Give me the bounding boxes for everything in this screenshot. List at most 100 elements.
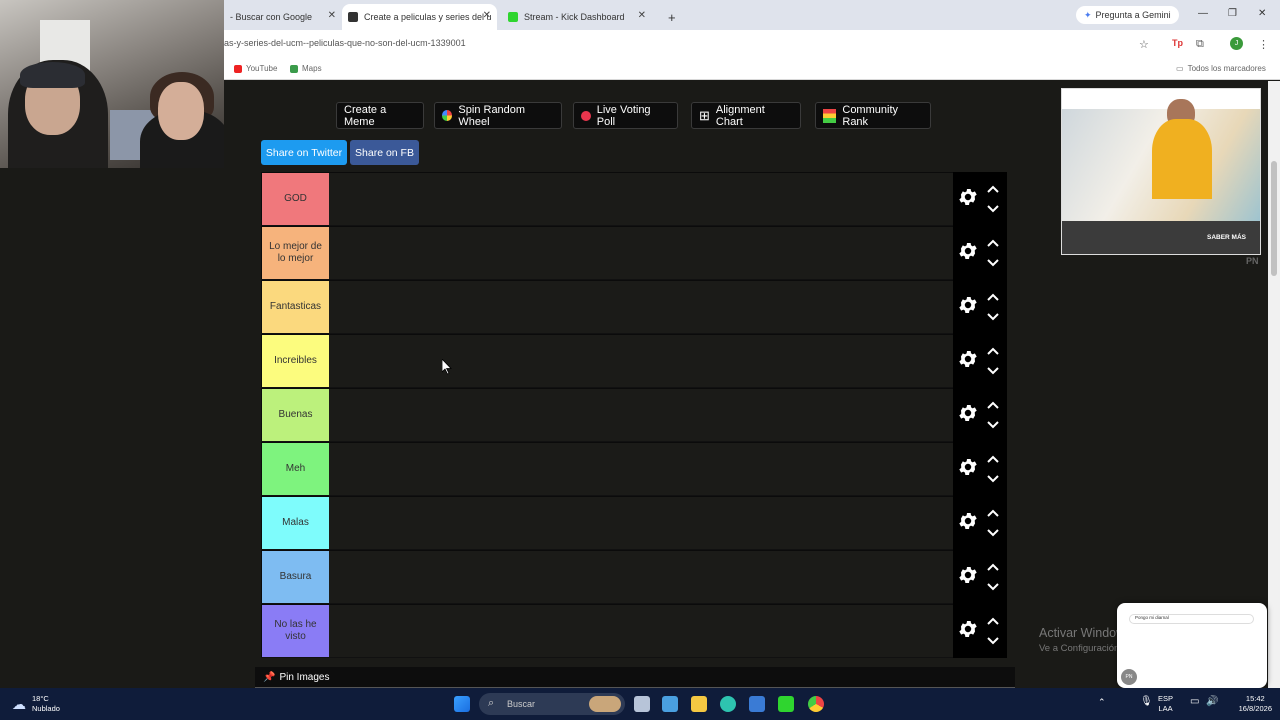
tier-drop-zone[interactable] (329, 227, 953, 279)
gear-icon[interactable] (957, 186, 979, 208)
share-twitter-button[interactable]: Share on Twitter (261, 140, 347, 165)
chrome-icon[interactable] (808, 696, 824, 712)
close-icon[interactable]: ✕ (638, 10, 646, 21)
extension-icon[interactable]: Tp (1172, 38, 1183, 48)
tier-label[interactable]: Buenas (262, 389, 329, 441)
community-rank-button[interactable]: Community Rank (815, 102, 931, 129)
task-view-icon[interactable] (634, 696, 650, 712)
profile-avatar[interactable]: J (1230, 37, 1243, 50)
tier-label[interactable]: Basura (262, 551, 329, 603)
puzzle-icon[interactable]: ⧉ (1196, 38, 1204, 51)
tier-drop-zone[interactable] (329, 605, 953, 657)
store-icon[interactable] (749, 696, 765, 712)
volume-icon[interactable]: 🔊 (1206, 696, 1218, 707)
file-explorer-icon[interactable] (691, 696, 707, 712)
tier-label[interactable]: No las he visto (262, 605, 329, 657)
gear-icon[interactable] (957, 564, 979, 586)
gemini-button[interactable]: ✦ Pregunta a Gemini (1076, 6, 1179, 24)
chevron-down-icon[interactable] (986, 258, 1000, 268)
tier-controls (953, 388, 1007, 442)
gear-icon[interactable] (957, 456, 979, 478)
button-label: Create a Meme (344, 103, 387, 128)
chevron-up-icon[interactable] (986, 346, 1000, 356)
gear-icon[interactable] (957, 348, 979, 370)
pin-images-bar[interactable]: 📌 Pin Images (255, 667, 1015, 689)
tab-kick[interactable]: Stream - Kick Dashboard ✕ (502, 4, 652, 30)
chevron-up-icon[interactable] (986, 616, 1000, 626)
tier-label[interactable]: GOD (262, 173, 329, 225)
preview-popup[interactable]: Pongo mi diarnal PN (1117, 603, 1267, 688)
chevron-up-icon[interactable] (986, 454, 1000, 464)
network-icon[interactable]: ▭ (1190, 696, 1199, 707)
edge-icon[interactable] (720, 696, 736, 712)
chevron-up-icon[interactable] (986, 400, 1000, 410)
taskbar-search[interactable]: ⌕ Buscar (479, 693, 625, 715)
tier-label[interactable]: Increibles (262, 335, 329, 387)
gear-icon[interactable] (957, 618, 979, 640)
close-icon[interactable]: ✕ (483, 10, 491, 21)
tier-label[interactable]: Meh (262, 443, 329, 495)
mic-icon[interactable]: 🎙 (1140, 696, 1153, 707)
spin-wheel-button[interactable]: Spin Random Wheel (434, 102, 562, 129)
clock[interactable]: 15:42 16/8/2026 (1239, 694, 1272, 714)
chevron-down-icon[interactable] (986, 636, 1000, 646)
taskbar: ☁ 18°C Nublado ⌕ Buscar ⌃ 🎙 ESP LAA ▭ 🔊 … (0, 688, 1280, 720)
share-fb-button[interactable]: Share on FB (350, 140, 419, 165)
chevron-down-icon[interactable] (986, 582, 1000, 592)
language-indicator[interactable]: ESP LAA (1158, 694, 1173, 714)
gear-icon[interactable] (957, 402, 979, 424)
bookmark-maps[interactable]: Maps (290, 64, 322, 73)
gear-icon[interactable] (957, 294, 979, 316)
chevron-down-icon[interactable] (986, 312, 1000, 322)
widgets-icon[interactable] (662, 696, 678, 712)
star-icon[interactable]: ☆ (1139, 38, 1149, 51)
tier-drop-zone[interactable] (329, 281, 953, 333)
chevron-up-icon[interactable] (986, 508, 1000, 518)
tier-drop-zone[interactable] (329, 173, 953, 225)
chevron-up-icon[interactable] (986, 184, 1000, 194)
bookmark-youtube[interactable]: YouTube (234, 64, 277, 73)
tray-chevron-icon[interactable]: ⌃ (1098, 697, 1106, 708)
scrollbar[interactable] (1268, 81, 1280, 688)
minimize-icon[interactable]: — (1198, 8, 1208, 19)
tier-drop-zone[interactable] (329, 335, 953, 387)
search-highlight-icon (589, 696, 621, 712)
chevron-down-icon[interactable] (986, 204, 1000, 214)
tier-drop-zone[interactable] (329, 497, 953, 549)
gear-icon[interactable] (957, 240, 979, 262)
ad-cta[interactable]: SABER MÁS (1207, 234, 1246, 241)
gear-icon[interactable] (957, 510, 979, 532)
chevron-up-icon[interactable] (986, 238, 1000, 248)
tier-drop-zone[interactable] (329, 551, 953, 603)
chevron-down-icon[interactable] (986, 528, 1000, 538)
close-icon[interactable]: ✕ (328, 10, 336, 21)
create-meme-button[interactable]: Create a Meme (336, 102, 424, 129)
voting-poll-button[interactable]: Live Voting Poll (573, 102, 678, 129)
windows-start-icon[interactable] (454, 696, 470, 712)
chevron-down-icon[interactable] (986, 474, 1000, 484)
weather-widget[interactable]: ☁ 18°C Nublado (12, 694, 60, 714)
maximize-icon[interactable]: ❐ (1228, 8, 1237, 19)
all-bookmarks[interactable]: ▭ Todos los marcadores (1176, 64, 1266, 73)
tier-label[interactable]: Malas (262, 497, 329, 549)
video-ad[interactable]: SABER MÁS (1061, 88, 1261, 255)
close-window-icon[interactable]: ✕ (1258, 8, 1266, 19)
chevron-down-icon[interactable] (986, 366, 1000, 376)
kick-app-icon[interactable] (778, 696, 794, 712)
menu-icon[interactable]: ⋮ (1258, 38, 1269, 51)
chevron-up-icon[interactable] (986, 292, 1000, 302)
chevron-up-icon[interactable] (986, 562, 1000, 572)
tier-row: Fantasticas (261, 280, 1007, 334)
tab-tierlist[interactable]: Create a peliculas y series del u ✕ (342, 4, 497, 30)
tier-drop-zone[interactable] (329, 389, 953, 441)
new-tab-button[interactable]: + (662, 4, 682, 30)
url-field[interactable]: as-y-series-del-ucm--peliculas-que-no-so… (224, 38, 466, 48)
tab-google[interactable]: - Buscar con Google ✕ (224, 4, 342, 30)
alignment-chart-button[interactable]: ⊞ Alignment Chart (691, 102, 801, 129)
tier-label[interactable]: Lo mejor de lo mejor (262, 227, 329, 279)
chevron-down-icon[interactable] (986, 420, 1000, 430)
tier-drop-zone[interactable] (329, 443, 953, 495)
cloud-icon: ☁ (12, 696, 26, 712)
bookmarks-bar: YouTube Maps ▭ Todos los marcadores (224, 58, 1280, 80)
tier-label[interactable]: Fantasticas (262, 281, 329, 333)
